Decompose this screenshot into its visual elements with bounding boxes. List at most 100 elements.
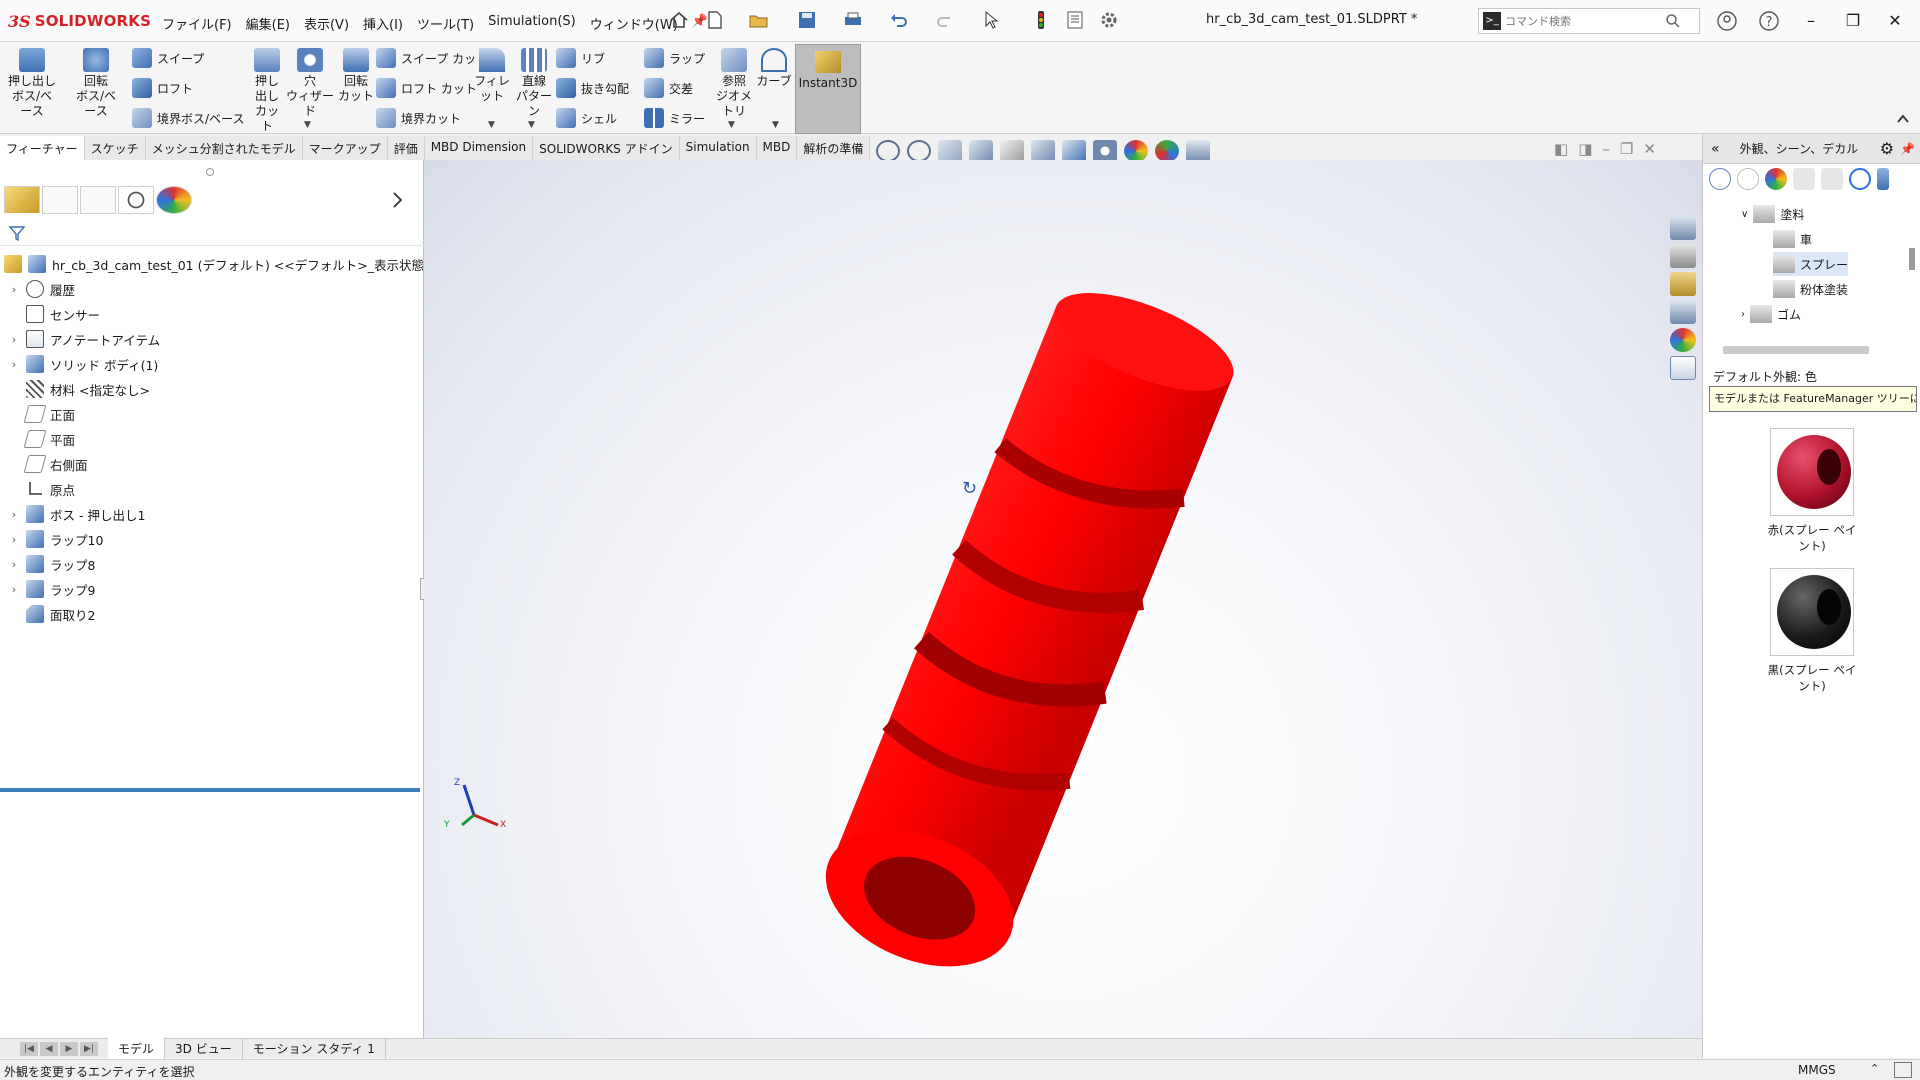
- custom-properties-icon[interactable]: [1670, 356, 1696, 380]
- expand-arrow-icon[interactable]: ›: [8, 533, 20, 546]
- minimize-window-icon[interactable]: –: [1798, 8, 1824, 34]
- view-orientation-icon[interactable]: [1031, 140, 1055, 162]
- tab-solidworks-addins[interactable]: SOLIDWORKS アドイン: [533, 136, 680, 160]
- apply-scene-icon[interactable]: [1155, 140, 1179, 162]
- collapse-arrow-icon[interactable]: ∨: [1741, 209, 1748, 220]
- solidworks-logo[interactable]: 3S SOLIDWORKS: [8, 11, 151, 31]
- customize-status-icon[interactable]: [1894, 1062, 1912, 1078]
- curves-button[interactable]: カーブ: [756, 46, 792, 89]
- view-palette-icon[interactable]: [1670, 300, 1696, 324]
- delete-icon[interactable]: [1793, 168, 1815, 190]
- rollback-bar[interactable]: [0, 788, 420, 792]
- rib-button[interactable]: リブ: [556, 45, 605, 71]
- appearance-folder-paint[interactable]: ∨ 塗料: [1741, 202, 1804, 226]
- tab-evaluate[interactable]: 評価: [387, 136, 425, 160]
- hide-show-items-icon[interactable]: [1093, 140, 1117, 162]
- loft-button[interactable]: ロフト: [132, 75, 193, 101]
- feature-manager-tab-icon[interactable]: [4, 186, 40, 214]
- ref-geometry-dropdown-icon[interactable]: ▼: [728, 120, 735, 130]
- view-settings-icon[interactable]: [1186, 140, 1210, 162]
- wrap-button[interactable]: ラップ: [644, 45, 705, 71]
- rebuild-icon[interactable]: [1030, 9, 1052, 31]
- tab-mesh-model[interactable]: メッシュ分割されたモデル: [145, 136, 303, 160]
- linear-pattern-button[interactable]: 直線 パターン: [512, 46, 556, 119]
- property-manager-tab-icon[interactable]: [42, 186, 78, 214]
- appearance-folder-car[interactable]: 車: [1773, 227, 1812, 251]
- lofted-cut-button[interactable]: ロフト カット: [376, 75, 477, 101]
- tab-3d-view[interactable]: 3D ビュー: [165, 1038, 243, 1059]
- unit-system[interactable]: MMGS: [1798, 1063, 1836, 1077]
- file-properties-icon[interactable]: [1064, 9, 1086, 31]
- viewport-minimize-icon[interactable]: –: [1602, 140, 1610, 158]
- viewport-tile-icon[interactable]: ◧: [1554, 140, 1568, 158]
- file-explorer-icon[interactable]: [1670, 272, 1696, 296]
- menu-view[interactable]: 表示(V): [302, 12, 351, 35]
- command-search-box[interactable]: >_: [1478, 8, 1700, 34]
- extruded-cut-button[interactable]: 押し 出し カット: [250, 46, 284, 134]
- display-manager-tab-icon[interactable]: [156, 186, 192, 214]
- collapse-pane-icon[interactable]: «: [1711, 141, 1720, 157]
- zoom-to-fit-icon[interactable]: [876, 140, 900, 162]
- swatch-black-spray[interactable]: 黒(スプレー ペイント): [1767, 568, 1857, 694]
- mirror-button[interactable]: ミラー: [644, 105, 705, 131]
- tree-item-chamfer2[interactable]: 面取り2: [8, 602, 95, 626]
- menu-edit[interactable]: 編集(E): [244, 12, 292, 35]
- curves-dropdown-icon[interactable]: ▼: [772, 120, 779, 130]
- tab-analysis-prep[interactable]: 解析の準備: [797, 136, 871, 160]
- print-icon[interactable]: [842, 9, 864, 31]
- section-view-icon[interactable]: [969, 140, 993, 162]
- swatch-red-spray[interactable]: 赤(スプレー ペイント): [1767, 428, 1857, 554]
- viewport-restore-icon[interactable]: ❐: [1620, 140, 1633, 158]
- add-folder-icon[interactable]: [1821, 168, 1843, 190]
- tree-item-annotations[interactable]: › アノテートアイテム: [8, 327, 160, 351]
- sweep-button[interactable]: スイープ: [132, 45, 204, 71]
- design-library-icon[interactable]: [1670, 244, 1696, 268]
- user-account-icon[interactable]: [1714, 8, 1740, 34]
- horizontal-scrollbar[interactable]: [1723, 346, 1869, 354]
- edit-appearance-icon[interactable]: [1124, 140, 1148, 162]
- expand-arrow-icon[interactable]: ›: [8, 283, 20, 296]
- tree-item-history[interactable]: › 履歴: [8, 277, 75, 301]
- appearance-folder-spray[interactable]: スプレー: [1773, 252, 1849, 276]
- tree-item-wrap8[interactable]: › ラップ8: [8, 552, 95, 576]
- collapse-ribbon-icon[interactable]: [1896, 112, 1910, 124]
- menu-window[interactable]: ウィンドウ(W): [588, 12, 680, 35]
- expand-arrow-icon[interactable]: ›: [8, 358, 20, 371]
- tree-root-part[interactable]: hr_cb_3d_cam_test_01 (デフォルト) <<デフォルト>_表示…: [4, 252, 446, 276]
- boundary-boss-button[interactable]: 境界ボス/ベース: [132, 105, 244, 131]
- tab-mbd-dimension[interactable]: MBD Dimension: [424, 136, 534, 160]
- forward-icon[interactable]: [1737, 168, 1759, 190]
- extruded-boss-button[interactable]: 押し出し ボス/ベース: [6, 46, 58, 119]
- appearances-home-icon[interactable]: [1765, 168, 1787, 190]
- help-icon[interactable]: ?: [1756, 8, 1782, 34]
- graphics-area[interactable]: Z X Y ↻: [424, 160, 1702, 1040]
- next-tab-icon[interactable]: ▶: [60, 1041, 78, 1056]
- open-folder-icon[interactable]: [748, 9, 770, 31]
- new-document-icon[interactable]: [704, 9, 726, 31]
- appearance-folder-rubber[interactable]: › ゴム: [1741, 302, 1801, 326]
- shell-button[interactable]: シェル: [556, 105, 617, 131]
- select-arrow-icon[interactable]: [980, 9, 1002, 31]
- tree-item-origin[interactable]: 原点: [8, 477, 75, 501]
- menu-simulation[interactable]: Simulation(S): [486, 12, 578, 35]
- expand-arrow-icon[interactable]: ›: [8, 558, 20, 571]
- revolved-boss-button[interactable]: 回転 ボス/ベース: [70, 46, 122, 119]
- dimxpert-tab-icon[interactable]: [118, 186, 154, 214]
- reference-geometry-button[interactable]: 参照 ジオメトリ: [712, 46, 756, 119]
- tree-item-front-plane[interactable]: 正面: [8, 402, 75, 426]
- tree-item-wrap10[interactable]: › ラップ10: [8, 527, 103, 551]
- menu-insert[interactable]: 挿入(I): [361, 12, 405, 35]
- instant3d-button[interactable]: Instant3D: [795, 44, 861, 134]
- tree-item-wrap9[interactable]: › ラップ9: [8, 577, 95, 601]
- command-search-input[interactable]: [1505, 14, 1665, 28]
- redo-icon[interactable]: [934, 9, 956, 31]
- save-icon[interactable]: [796, 9, 818, 31]
- tree-item-right-plane[interactable]: 右側面: [8, 452, 88, 476]
- filter-icon[interactable]: [8, 224, 26, 242]
- unit-dropdown-icon[interactable]: ⌃: [1870, 1062, 1879, 1075]
- hole-dropdown-icon[interactable]: ▼: [304, 120, 311, 130]
- tab-motion-study[interactable]: モーション スタディ 1: [243, 1038, 386, 1059]
- expand-arrow-icon[interactable]: ›: [8, 583, 20, 596]
- appearances-scenes-icon[interactable]: [1670, 328, 1696, 352]
- back-icon[interactable]: [1709, 168, 1731, 190]
